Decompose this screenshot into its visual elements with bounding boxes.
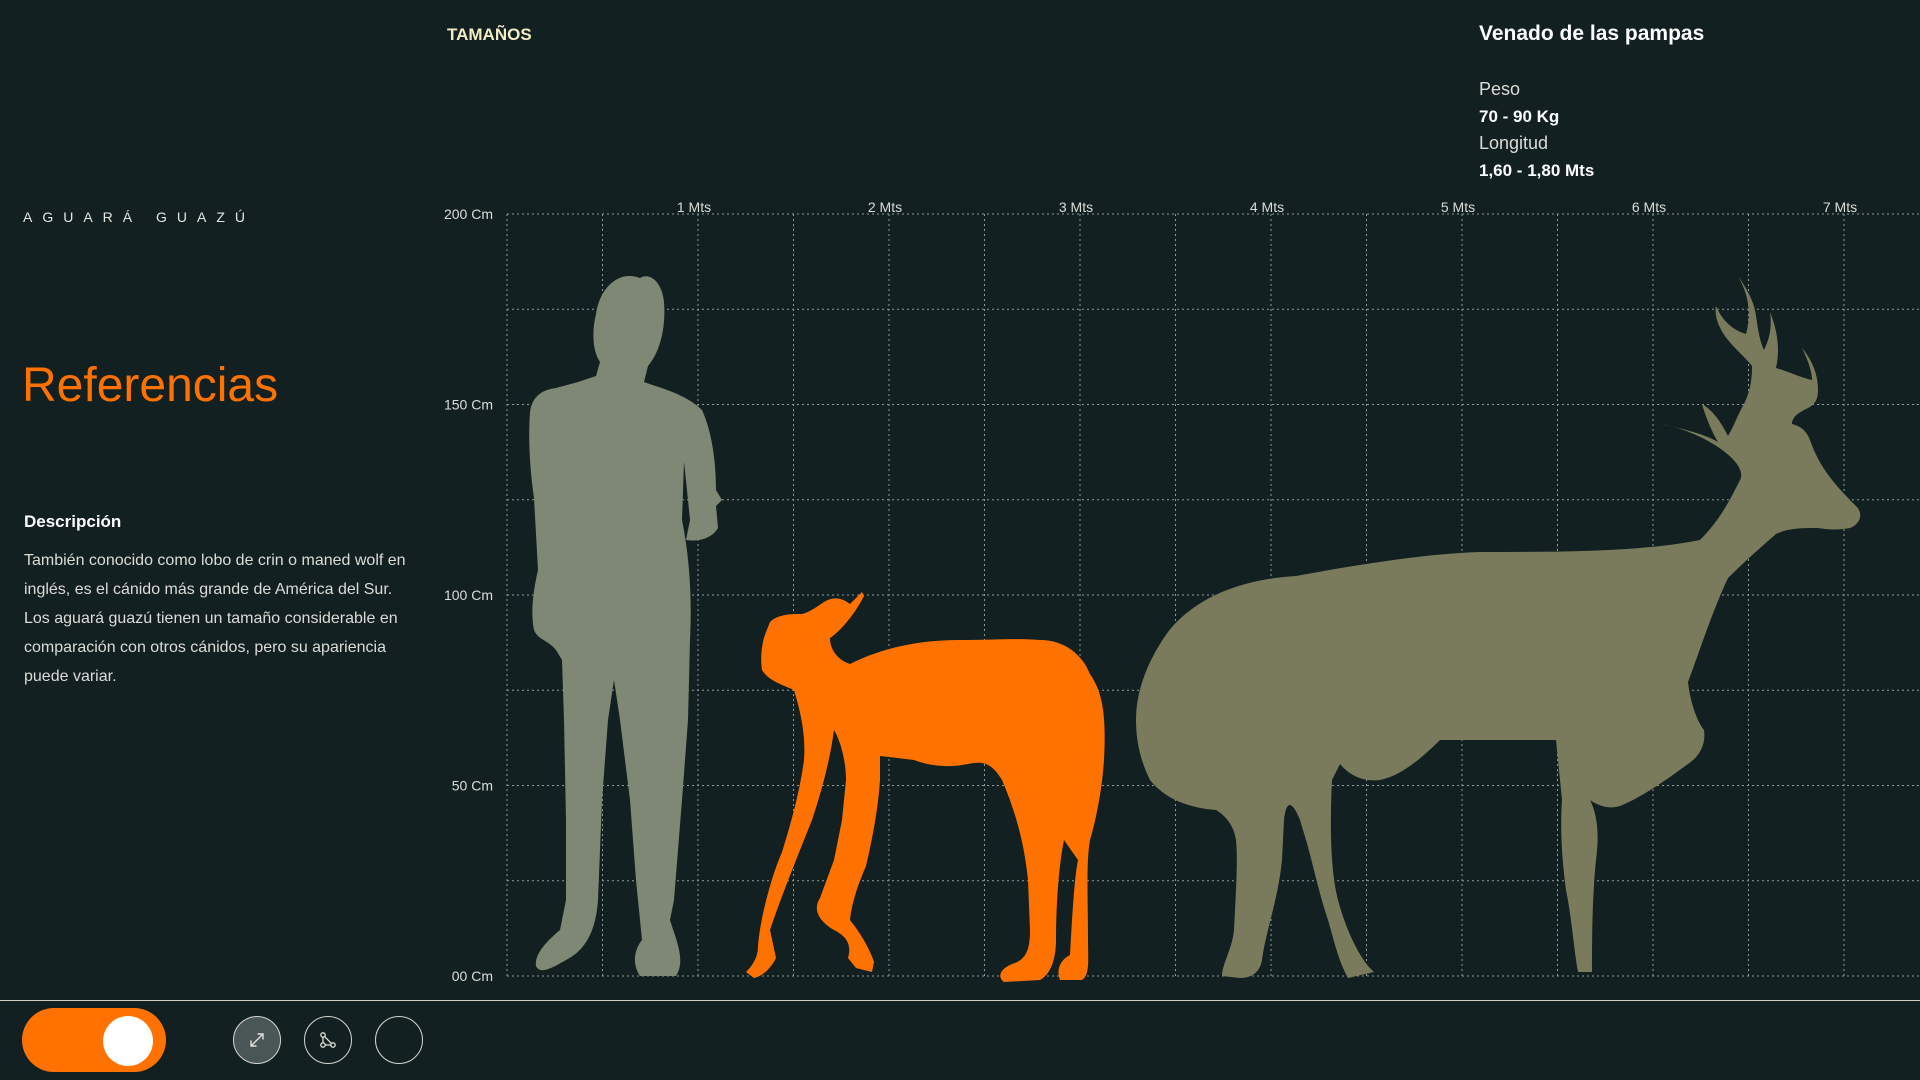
human-silhouette bbox=[529, 275, 722, 976]
y-tick-label: 50 Cm bbox=[452, 778, 493, 794]
expand-icon bbox=[250, 1033, 264, 1047]
nodes-button[interactable] bbox=[304, 1016, 352, 1064]
x-tick-label: 3 Mts bbox=[1059, 199, 1093, 215]
x-tick-label: 5 Mts bbox=[1441, 199, 1475, 215]
x-tick-label: 6 Mts bbox=[1632, 199, 1666, 215]
theme-toggle[interactable] bbox=[22, 1008, 166, 1072]
y-tick-label: 00 Cm bbox=[452, 968, 493, 984]
x-tick-label: 2 Mts bbox=[868, 199, 902, 215]
footer-divider bbox=[0, 1000, 1920, 1001]
x-tick-label: 1 Mts bbox=[677, 199, 711, 215]
empty-button[interactable] bbox=[375, 1016, 423, 1064]
size-chart: 1 Mts 2 Mts 3 Mts 4 Mts 5 Mts 6 Mts 7 Mts 200 C… bbox=[444, 199, 1920, 984]
maned-wolf-silhouette bbox=[746, 592, 1105, 982]
y-tick-label: 150 Cm bbox=[444, 397, 493, 413]
expand-button[interactable] bbox=[233, 1016, 281, 1064]
x-tick-label: 4 Mts bbox=[1250, 199, 1284, 215]
y-tick-label: 100 Cm bbox=[444, 587, 493, 603]
x-tick-label: 7 Mts bbox=[1823, 199, 1857, 215]
y-tick-label: 200 Cm bbox=[444, 206, 493, 222]
pampas-deer-silhouette bbox=[1136, 276, 1861, 978]
nodes-icon bbox=[320, 1032, 336, 1048]
toggle-knob[interactable] bbox=[103, 1016, 153, 1066]
